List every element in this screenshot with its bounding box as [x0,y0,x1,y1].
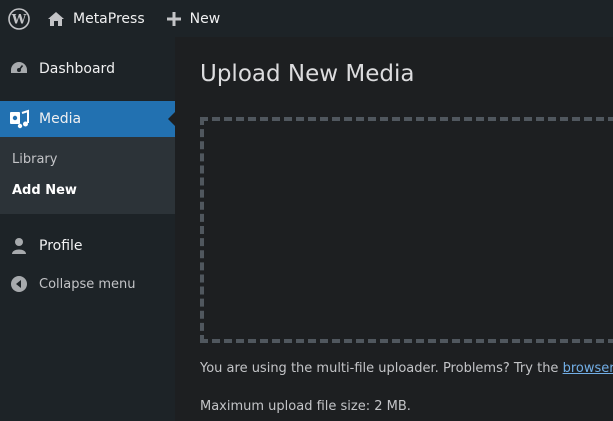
upload-drop-zone[interactable] [200,117,613,343]
new-content-link[interactable]: New [166,0,221,37]
admin-sidebar: Dashboard Media Library Add New Profile [0,37,175,421]
media-icon [9,109,29,129]
dashboard-icon [9,59,29,79]
sidebar-item-label: Profile [39,238,83,254]
new-content-label: New [189,10,221,27]
plus-icon [166,11,181,26]
sidebar-item-label: Media [39,111,82,127]
collapse-menu-button[interactable]: Collapse menu [0,266,175,302]
current-menu-arrow [168,112,175,126]
home-icon [48,11,64,26]
site-name-label: MetaPress [73,10,145,27]
browser-uploader-link[interactable]: browser [563,361,613,376]
sidebar-item-label: Dashboard [39,61,115,77]
sidebar-item-media[interactable]: Media [0,101,175,137]
max-upload-size-text: Maximum upload file size: 2 MB. [200,399,411,414]
sidebar-item-profile[interactable]: Profile [0,228,175,264]
sidebar-item-dashboard[interactable]: Dashboard [0,51,175,87]
uploader-note-text: You are using the multi-file uploader. P… [200,361,563,376]
svg-text:W: W [10,12,26,27]
admin-bar: W MetaPress New [0,0,613,37]
collapse-arrow-icon [9,274,29,294]
user-icon [9,236,29,256]
wordpress-icon: W [7,7,30,30]
site-name-link[interactable]: MetaPress [47,0,145,37]
media-submenu: Library Add New [0,137,175,214]
main-content: Upload New Media You are using the multi… [175,37,613,421]
submenu-item-add-new[interactable]: Add New [0,175,175,206]
uploader-note: You are using the multi-file uploader. P… [200,361,613,376]
collapse-menu-label: Collapse menu [39,276,136,292]
wordpress-logo-menu[interactable]: W [0,0,37,37]
page-title: Upload New Media [200,61,415,87]
submenu-item-library[interactable]: Library [0,144,175,175]
